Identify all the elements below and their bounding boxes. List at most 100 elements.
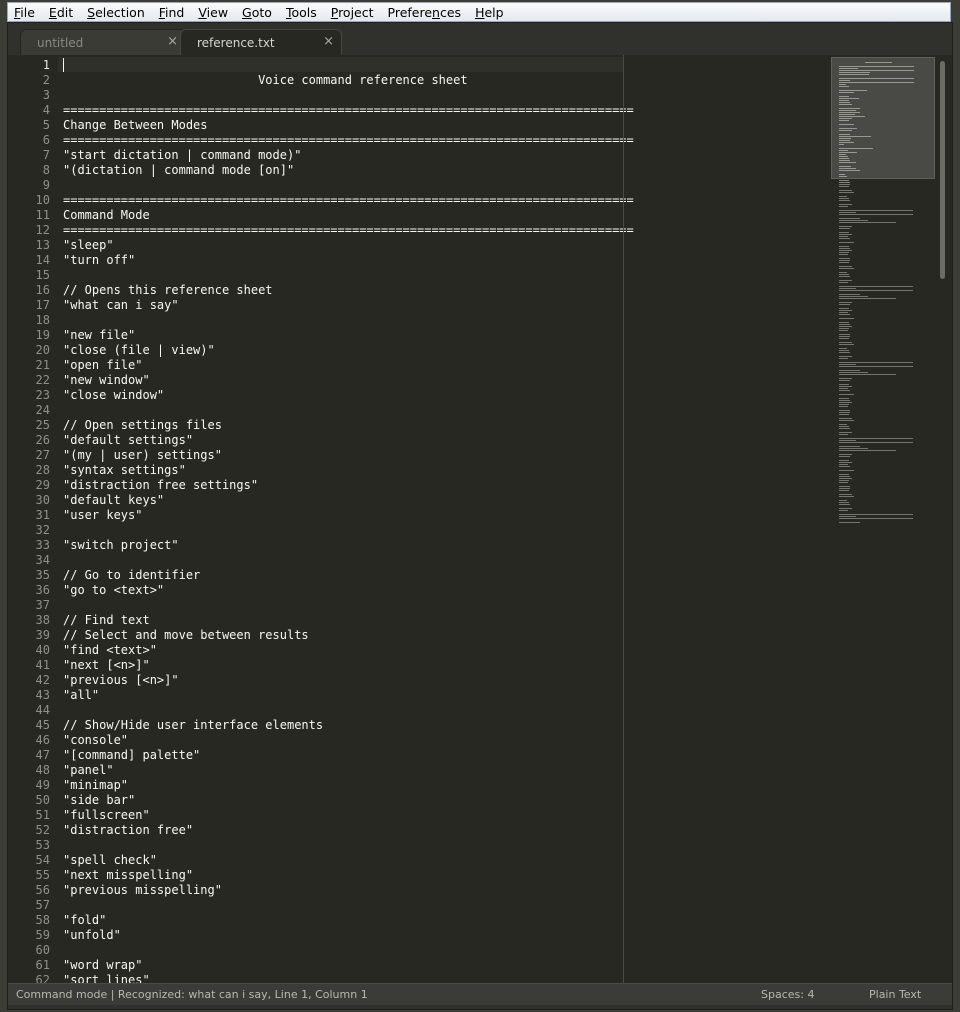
code-line[interactable]: "distraction free settings" <box>63 478 258 493</box>
menu-selection[interactable]: Selection <box>87 5 145 20</box>
code-line[interactable]: "[command] palette" <box>63 748 200 763</box>
syntax-selector[interactable]: Plain Text <box>869 988 921 1001</box>
minimap-line <box>839 374 896 375</box>
code-line[interactable]: "sort lines" <box>63 973 150 983</box>
code-line[interactable]: "new window" <box>63 373 150 388</box>
minimap-line <box>839 490 849 491</box>
menu-help[interactable]: Help <box>475 5 504 20</box>
menu-view[interactable]: View <box>198 5 228 20</box>
code-line[interactable]: "fullscreen" <box>63 808 150 823</box>
code-line[interactable]: Voice command reference sheet <box>63 73 468 88</box>
minimap-line <box>839 446 860 447</box>
minimap-viewport[interactable] <box>831 57 935 179</box>
minimap-line <box>839 236 848 237</box>
code-line[interactable]: "(my | user) settings" <box>63 448 222 463</box>
code-line[interactable]: "distraction free" <box>63 823 193 838</box>
code-line[interactable]: "syntax settings" <box>63 463 186 478</box>
code-line[interactable]: "switch project" <box>63 538 179 553</box>
code-line[interactable]: "unfold" <box>63 928 121 943</box>
minimap-line <box>839 272 847 273</box>
menu-edit[interactable]: Edit <box>49 5 73 20</box>
code-line[interactable]: "previous [<n>]" <box>63 673 179 688</box>
code-line[interactable]: ========================================… <box>63 223 634 238</box>
code-line[interactable]: Command Mode <box>63 208 150 223</box>
code-line[interactable]: "fold" <box>63 913 106 928</box>
code-line[interactable]: // Opens this reference sheet <box>63 283 273 298</box>
minimap-line <box>839 486 851 487</box>
minimap-line <box>839 258 851 259</box>
minimap-line <box>839 260 851 261</box>
minimap-line <box>839 288 857 289</box>
minimap-line <box>839 302 853 303</box>
line-number: 56 <box>35 883 50 897</box>
code-line[interactable]: // Open settings files <box>63 418 222 433</box>
minimap-line <box>839 398 849 399</box>
code-line[interactable]: // Go to identifier <box>63 568 200 583</box>
minimap-line <box>839 400 851 401</box>
menu-preferences[interactable]: Preferences <box>388 5 462 20</box>
code-line[interactable]: "close (file | view)" <box>63 343 215 358</box>
code-line[interactable]: "panel" <box>63 763 114 778</box>
code-line[interactable]: "default keys" <box>63 493 164 508</box>
code-line[interactable]: "next [<n>]" <box>63 658 150 673</box>
minimap-line <box>839 266 853 267</box>
code-text[interactable]: Voice command reference sheet ===========… <box>63 55 634 983</box>
code-line[interactable]: "minimap" <box>63 778 128 793</box>
code-line[interactable]: "go to <text>" <box>63 583 164 598</box>
minimap-line <box>839 412 851 413</box>
menu-project[interactable]: Project <box>331 5 374 20</box>
menu-find[interactable]: Find <box>159 5 185 20</box>
line-number: 54 <box>35 853 50 867</box>
menu-goto[interactable]: Goto <box>242 5 272 20</box>
code-line[interactable]: "start dictation | command mode)" <box>63 148 301 163</box>
code-line[interactable]: ========================================… <box>63 193 634 208</box>
line-number: 57 <box>35 898 50 912</box>
code-line[interactable]: "spell check" <box>63 853 157 868</box>
code-line[interactable]: "(dictation | command mode [on]" <box>63 163 294 178</box>
code-line[interactable]: Change Between Modes <box>63 118 208 133</box>
code-line[interactable]: "open file" <box>63 358 142 373</box>
code-line[interactable]: "turn off" <box>63 253 135 268</box>
minimap-line <box>839 462 853 463</box>
minimap-line <box>839 502 849 503</box>
code-line[interactable]: "user keys" <box>63 508 142 523</box>
close-icon[interactable]: × <box>167 34 178 49</box>
line-number: 34 <box>35 553 50 567</box>
code-line[interactable]: "word wrap" <box>63 958 142 973</box>
tab-untitled[interactable]: untitled × <box>20 29 186 55</box>
code-line[interactable]: "console" <box>63 733 128 748</box>
minimap[interactable] <box>828 55 938 983</box>
minimap-line <box>839 378 853 379</box>
editor-area[interactable]: 1 2 3 4 5 6 7 8 9 10 11 12 13 14 15 16 17 18 19 20 21 22 23 24 2… <box>8 55 952 983</box>
code-line[interactable]: "what can i say" <box>63 298 179 313</box>
code-line[interactable]: ========================================… <box>63 133 634 148</box>
menu-tools[interactable]: Tools <box>286 5 317 20</box>
code-line[interactable]: "next misspelling" <box>63 868 193 883</box>
minimap-line <box>839 290 914 291</box>
tab-reference-txt[interactable]: reference.txt × <box>180 29 342 55</box>
code-line[interactable]: ========================================… <box>63 103 634 118</box>
minimap-line <box>839 298 896 299</box>
scrollbar-thumb[interactable] <box>940 61 945 279</box>
code-line[interactable]: "default settings" <box>63 433 193 448</box>
indentation-setting[interactable]: Spaces: 4 <box>761 988 814 1001</box>
code-line[interactable]: "close window" <box>63 388 164 403</box>
code-line[interactable]: "all" <box>63 688 99 703</box>
minimap-line <box>839 448 868 449</box>
minimap-line <box>839 190 853 191</box>
code-line[interactable]: "new file" <box>63 328 135 343</box>
code-line[interactable]: // Show/Hide user interface elements <box>63 718 323 733</box>
code-line[interactable]: "previous misspelling" <box>63 883 222 898</box>
minimap-line <box>839 510 848 511</box>
minimap-line <box>839 466 851 467</box>
code-line[interactable]: "sleep" <box>63 238 114 253</box>
code-line[interactable]: // Select and move between results <box>63 628 309 643</box>
minimap-line <box>839 262 849 263</box>
line-number: 58 <box>35 913 50 927</box>
menu-file[interactable]: File <box>14 5 35 20</box>
code-line[interactable]: "side bar" <box>63 793 135 808</box>
minimap-line <box>839 516 857 517</box>
code-line[interactable]: "find <text>" <box>63 643 157 658</box>
code-line[interactable]: // Find text <box>63 613 150 628</box>
close-icon[interactable]: × <box>323 34 334 49</box>
